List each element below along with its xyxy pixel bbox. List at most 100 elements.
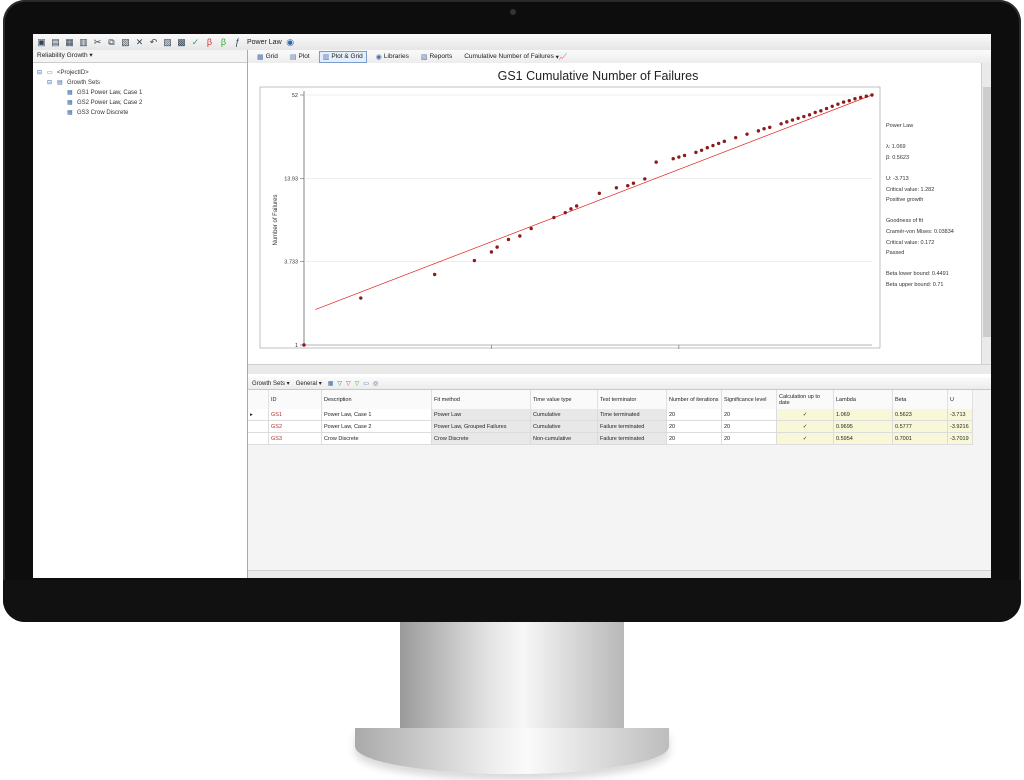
column-header[interactable]: Number of iterations [666, 390, 722, 409]
growth-sets-dropdown[interactable]: Growth Sets ▾ [252, 380, 290, 387]
table-cell[interactable]: Power Law, Case 2 [321, 420, 432, 433]
table-cell[interactable]: 20 [721, 409, 777, 421]
fit-method-dropdown[interactable]: Power Law [247, 39, 282, 46]
undo-icon[interactable]: ↶ [148, 37, 159, 48]
copy-icon[interactable]: ⧉ [106, 37, 117, 48]
table-cell[interactable]: 0.7001 [892, 432, 948, 445]
table-cell[interactable]: 20 [666, 432, 722, 445]
table-cell[interactable]: GS1 [268, 409, 322, 421]
table-cell[interactable]: 1.069 [833, 409, 893, 421]
comment-icon[interactable]: ▭ [363, 380, 369, 387]
column-header[interactable]: Time value type [530, 390, 598, 409]
table-cell[interactable]: Cumulative [530, 420, 598, 433]
tree-item-gs2[interactable]: ▦ GS2 Power Law, Case 2 [67, 100, 142, 106]
scroll-thumb[interactable] [983, 87, 991, 337]
clear-filter-icon[interactable]: ▽ [346, 380, 351, 387]
table-cell[interactable]: GS3 [268, 432, 322, 445]
grid-view-button[interactable]: ▦ Grid [254, 52, 281, 62]
plot-horizontal-scrollbar[interactable] [248, 364, 991, 374]
table-cell[interactable]: 20 [666, 409, 722, 421]
table-cell[interactable]: 0.5954 [833, 432, 893, 445]
help-icon[interactable]: ◉ [285, 37, 296, 48]
chart-canvas[interactable]: 1 3.733 13.93 52 Number of Failures [248, 63, 888, 358]
explorer-header[interactable]: Reliability Growth ▾ [33, 50, 247, 63]
print-icon[interactable]: ▥ [78, 37, 89, 48]
plot-view-button[interactable]: ▤ Plot [287, 52, 313, 62]
libraries-button[interactable]: ◉ Libraries [373, 52, 412, 62]
column-header[interactable]: Test terminator [597, 390, 667, 409]
filter-icon[interactable]: ▽ [337, 380, 342, 387]
find-icon[interactable]: ◎ [373, 380, 378, 387]
y-tick-label: 13.93 [284, 176, 298, 182]
table-cell[interactable]: Time terminated [597, 409, 667, 421]
fit-result-line: Power Law [886, 123, 914, 129]
table-cell[interactable]: Power Law, Grouped Failures [431, 420, 531, 433]
data-point [569, 207, 573, 211]
column-header[interactable]: Beta [892, 390, 948, 409]
column-header[interactable]: U [947, 390, 973, 409]
table-cell[interactable]: 0.5777 [892, 420, 948, 433]
table-cell[interactable]: 0.9695 [833, 420, 893, 433]
tree-item-gs1[interactable]: ▦ GS1 Power Law, Case 1 [67, 90, 142, 96]
table-cell[interactable]: 20 [721, 420, 777, 433]
reports-button[interactable]: ▧ Reports [418, 52, 455, 62]
delete-icon[interactable]: ✕ [134, 37, 145, 48]
table-cell[interactable]: Failure terminated [597, 432, 667, 445]
plot-panel: GS1 Cumulative Number of Failures 1 3.733… [248, 63, 991, 364]
column-header[interactable]: Lambda [833, 390, 893, 409]
apply-filter-icon[interactable]: ▽ [355, 380, 360, 387]
function-icon[interactable]: ƒ [232, 37, 243, 48]
table-cell[interactable]: ✓ [776, 420, 834, 433]
column-header[interactable]: Description [321, 390, 432, 409]
table-cell[interactable]: Crow Discrete [431, 432, 531, 445]
tree-item-gs3[interactable]: ▦ GS3 Crow Discrete [67, 110, 128, 116]
plot-icon[interactable]: β [218, 37, 229, 48]
table-cell[interactable]: Power Law, Case 1 [321, 409, 432, 421]
table-row[interactable]: ▸ GS1 Power Law, Case 1 Power Law Cumulative… [248, 409, 973, 421]
table-icon[interactable]: ▦ [328, 380, 334, 387]
table-cell[interactable]: Failure terminated [597, 420, 667, 433]
table-cell[interactable]: 20 [666, 420, 722, 433]
open-icon[interactable]: ▤ [50, 37, 61, 48]
table-row[interactable]: GS2 Power Law, Case 2 Power Law, Grouped F… [248, 420, 973, 433]
column-header[interactable]: ID [268, 390, 322, 409]
table-cell[interactable]: Power Law [431, 409, 531, 421]
table-cell[interactable]: 0.5623 [892, 409, 948, 421]
calculate-icon[interactable]: β [204, 37, 215, 48]
import-icon[interactable]: ▨ [162, 37, 173, 48]
tree-item-growth-sets[interactable]: ⊟ ▤ Growth Sets [47, 80, 100, 86]
new-icon[interactable]: ▣ [36, 37, 47, 48]
table-row[interactable]: GS3 Crow Discrete Crow Discrete Non-cumulat… [248, 432, 973, 445]
tree-item-project[interactable]: ⊟ ▭ <ProjectID> [37, 70, 89, 76]
reports-icon: ▧ [420, 53, 428, 61]
table-cell[interactable]: -3.9216 [947, 420, 973, 433]
column-header[interactable]: Fit method [431, 390, 531, 409]
plot-vertical-scrollbar[interactable] [981, 63, 991, 364]
plot-grid-view-button[interactable]: ▥ Plot & Grid [318, 50, 367, 63]
plot-type-dropdown[interactable]: Cumulative Number of Failures ▾ 📈 [461, 52, 572, 62]
collapse-icon[interactable]: ⊟ [37, 70, 45, 76]
column-header[interactable]: Significance level [721, 390, 777, 409]
data-point [847, 99, 851, 103]
data-point [671, 157, 675, 161]
grid-horizontal-scrollbar[interactable] [248, 570, 991, 578]
general-dropdown[interactable]: General ▾ [296, 380, 322, 387]
table-cell[interactable]: 20 [721, 432, 777, 445]
column-header[interactable]: Calculation up to date [776, 390, 834, 409]
collapse-icon[interactable]: ⊟ [47, 80, 55, 86]
save-icon[interactable]: ▦ [64, 37, 75, 48]
table-cell[interactable]: ✓ [776, 409, 834, 421]
table-cell[interactable]: -3.713 [947, 409, 973, 421]
table-cell[interactable]: Non-cumulative [530, 432, 598, 445]
data-point [711, 143, 715, 148]
table-cell[interactable]: Crow Discrete [321, 432, 432, 445]
table-cell[interactable]: GS2 [268, 420, 322, 433]
export-icon[interactable]: ▩ [176, 37, 187, 48]
table-cell[interactable]: -3.7019 [947, 432, 973, 445]
cut-icon[interactable]: ✂ [92, 37, 103, 48]
table-cell[interactable]: Cumulative [530, 409, 598, 421]
table-cell[interactable]: ✓ [776, 432, 834, 445]
chart-frame [259, 86, 881, 349]
check-icon[interactable]: ✓ [190, 37, 201, 48]
paste-icon[interactable]: ▧ [120, 37, 131, 48]
